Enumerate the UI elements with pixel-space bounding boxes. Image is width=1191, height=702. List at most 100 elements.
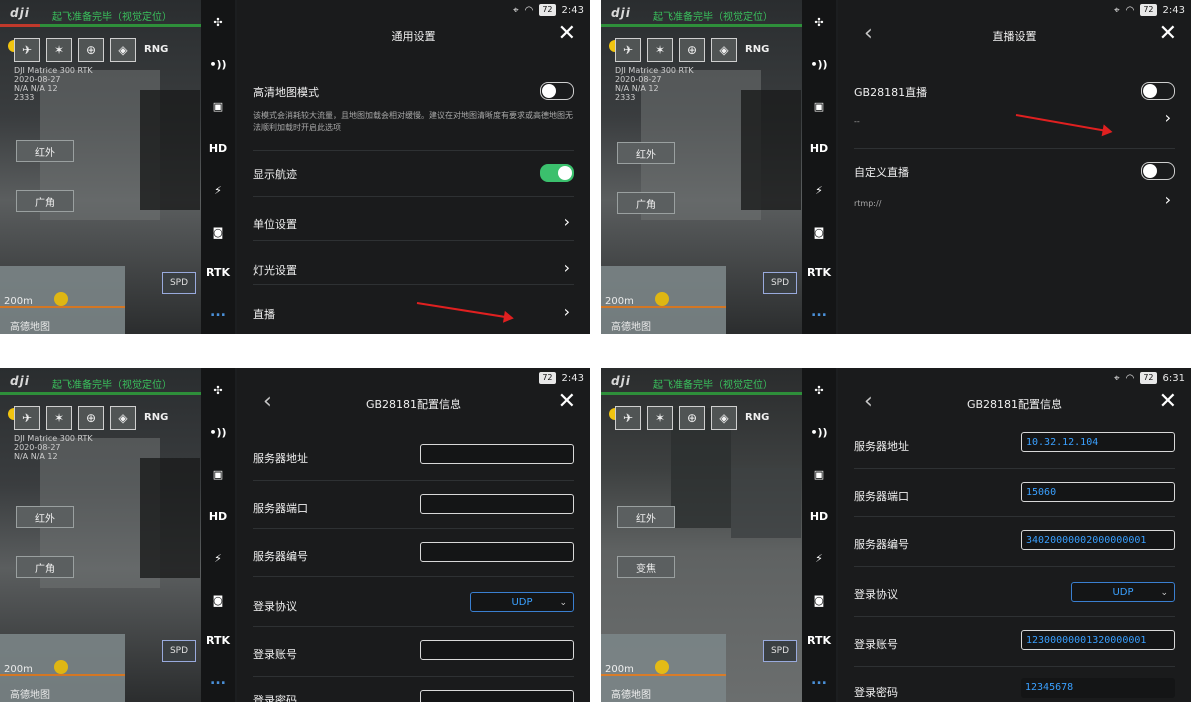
light-icon[interactable]: ✶: [46, 38, 72, 62]
chevron-right-icon[interactable]: ›: [1165, 190, 1171, 209]
more-icon[interactable]: ...: [201, 672, 235, 688]
target-icon[interactable]: ⊕: [78, 406, 104, 430]
light-icon[interactable]: ✶: [647, 38, 673, 62]
target-icon[interactable]: ⊕: [679, 38, 705, 62]
battery-icon[interactable]: ⚡: [201, 552, 235, 565]
aircraft-icon[interactable]: ✈: [14, 38, 40, 62]
server-id-input[interactable]: [420, 542, 574, 562]
hd-map-toggle[interactable]: [540, 82, 574, 100]
aircraft-settings-icon[interactable]: ✣: [201, 384, 235, 397]
close-icon[interactable]: ✕: [558, 22, 576, 46]
unit-settings-row[interactable]: 单位设置 ›: [253, 196, 574, 241]
light-settings-row[interactable]: 灯光设置 ›: [253, 240, 574, 285]
minimap[interactable]: 200m 高德地图: [601, 266, 726, 334]
server-address-input[interactable]: 10.32.12.104: [1021, 432, 1175, 452]
row-label: 登录协议: [854, 588, 898, 601]
battery-icon[interactable]: ⚡: [201, 184, 235, 197]
panel-title: GB28181配置信息: [365, 398, 462, 411]
remote-controller-icon[interactable]: ▣: [201, 100, 235, 113]
rng-button[interactable]: RNG: [142, 406, 170, 428]
minimap[interactable]: 200m 高德地图: [601, 634, 726, 702]
close-icon[interactable]: ✕: [1159, 22, 1177, 46]
minimap[interactable]: 200m 高德地图: [0, 634, 125, 702]
dji-logo: dji: [611, 6, 631, 20]
aircraft-icon[interactable]: ✈: [615, 406, 641, 430]
signal-icon[interactable]: •)): [802, 426, 836, 439]
target-icon[interactable]: ⊕: [679, 406, 705, 430]
home-point-icon: [655, 292, 669, 306]
login-account-input[interactable]: [420, 640, 574, 660]
wide-button[interactable]: 广角: [16, 190, 74, 212]
signal-icon[interactable]: •)): [201, 58, 235, 71]
hd-transmission-button[interactable]: HD: [802, 142, 836, 155]
rtk-button[interactable]: RTK: [802, 634, 836, 647]
battery-icon[interactable]: ⚡: [802, 552, 836, 565]
rng-button[interactable]: RNG: [142, 38, 170, 60]
aircraft-settings-icon[interactable]: ✣: [201, 16, 235, 29]
camera-icon[interactable]: ◙: [201, 594, 235, 607]
infrared-button[interactable]: 红外: [617, 142, 675, 164]
hd-transmission-button[interactable]: HD: [201, 142, 235, 155]
more-icon[interactable]: ...: [201, 304, 235, 320]
infrared-button[interactable]: 红外: [16, 140, 74, 162]
server-port-input[interactable]: 15060: [1021, 482, 1175, 502]
wide-button[interactable]: 广角: [617, 192, 675, 214]
rng-button[interactable]: RNG: [743, 406, 771, 428]
row-label: 服务器地址: [854, 440, 909, 453]
show-track-toggle[interactable]: [540, 164, 574, 182]
login-password-input[interactable]: [420, 690, 574, 702]
waypoint-icon[interactable]: ◈: [110, 406, 136, 430]
infrared-button[interactable]: 红外: [617, 506, 675, 528]
remote-controller-icon[interactable]: ▣: [201, 468, 235, 481]
protocol-select[interactable]: UDP ⌄: [1071, 582, 1175, 602]
battery-icon[interactable]: ⚡: [802, 184, 836, 197]
hd-transmission-button[interactable]: HD: [802, 510, 836, 523]
aircraft-icon[interactable]: ✈: [615, 38, 641, 62]
waypoint-icon[interactable]: ◈: [110, 38, 136, 62]
gb28181-toggle[interactable]: [1141, 82, 1175, 100]
aircraft-icon[interactable]: ✈: [14, 406, 40, 430]
rng-button[interactable]: RNG: [743, 38, 771, 60]
rtk-button[interactable]: RTK: [201, 634, 235, 647]
infrared-button[interactable]: 红外: [16, 506, 74, 528]
livestream-row[interactable]: 直播 ›: [253, 284, 574, 334]
remote-controller-icon[interactable]: ▣: [802, 468, 836, 481]
signal-icon[interactable]: •)): [802, 58, 836, 71]
chevron-right-icon[interactable]: ›: [1165, 108, 1171, 127]
light-icon[interactable]: ✶: [647, 406, 673, 430]
hd-transmission-button[interactable]: HD: [201, 510, 235, 523]
server-address-input[interactable]: [420, 444, 574, 464]
server-id-input[interactable]: 34020000002000000001: [1021, 530, 1175, 550]
aircraft-settings-icon[interactable]: ✣: [802, 16, 836, 29]
signal-icon[interactable]: •)): [201, 426, 235, 439]
zoom-button[interactable]: 变焦: [617, 556, 675, 578]
close-icon[interactable]: ✕: [1159, 390, 1177, 414]
home-point-icon: [655, 660, 669, 674]
protocol-select[interactable]: UDP ⌄: [470, 592, 574, 612]
login-password-input[interactable]: 12345678: [1021, 678, 1175, 698]
system-status-bar: ⌖ ◠ 72 6:31: [1114, 372, 1185, 384]
rtk-button[interactable]: RTK: [201, 266, 235, 279]
close-icon[interactable]: ✕: [558, 390, 576, 414]
more-icon[interactable]: ...: [802, 304, 836, 320]
login-account-row: 登录账号 12300000001320000001: [854, 616, 1175, 667]
server-port-input[interactable]: [420, 494, 574, 514]
light-icon[interactable]: ✶: [46, 406, 72, 430]
battery-level: 72: [539, 4, 556, 16]
waypoint-icon[interactable]: ◈: [711, 38, 737, 62]
minimap[interactable]: 200m 高德地图: [0, 266, 125, 334]
wide-button[interactable]: 广角: [16, 556, 74, 578]
custom-livestream-toggle[interactable]: [1141, 162, 1175, 180]
rtk-button[interactable]: RTK: [802, 266, 836, 279]
aircraft-settings-icon[interactable]: ✣: [802, 384, 836, 397]
remote-controller-icon[interactable]: ▣: [802, 100, 836, 113]
camera-icon[interactable]: ◙: [201, 226, 235, 239]
camera-icon[interactable]: ◙: [802, 594, 836, 607]
more-icon[interactable]: ...: [802, 672, 836, 688]
waypoint-icon[interactable]: ◈: [711, 406, 737, 430]
clock: 6:31: [1162, 372, 1185, 384]
login-account-input[interactable]: 12300000001320000001: [1021, 630, 1175, 650]
row-label: 自定义直播: [854, 166, 909, 179]
camera-icon[interactable]: ◙: [802, 226, 836, 239]
target-icon[interactable]: ⊕: [78, 38, 104, 62]
